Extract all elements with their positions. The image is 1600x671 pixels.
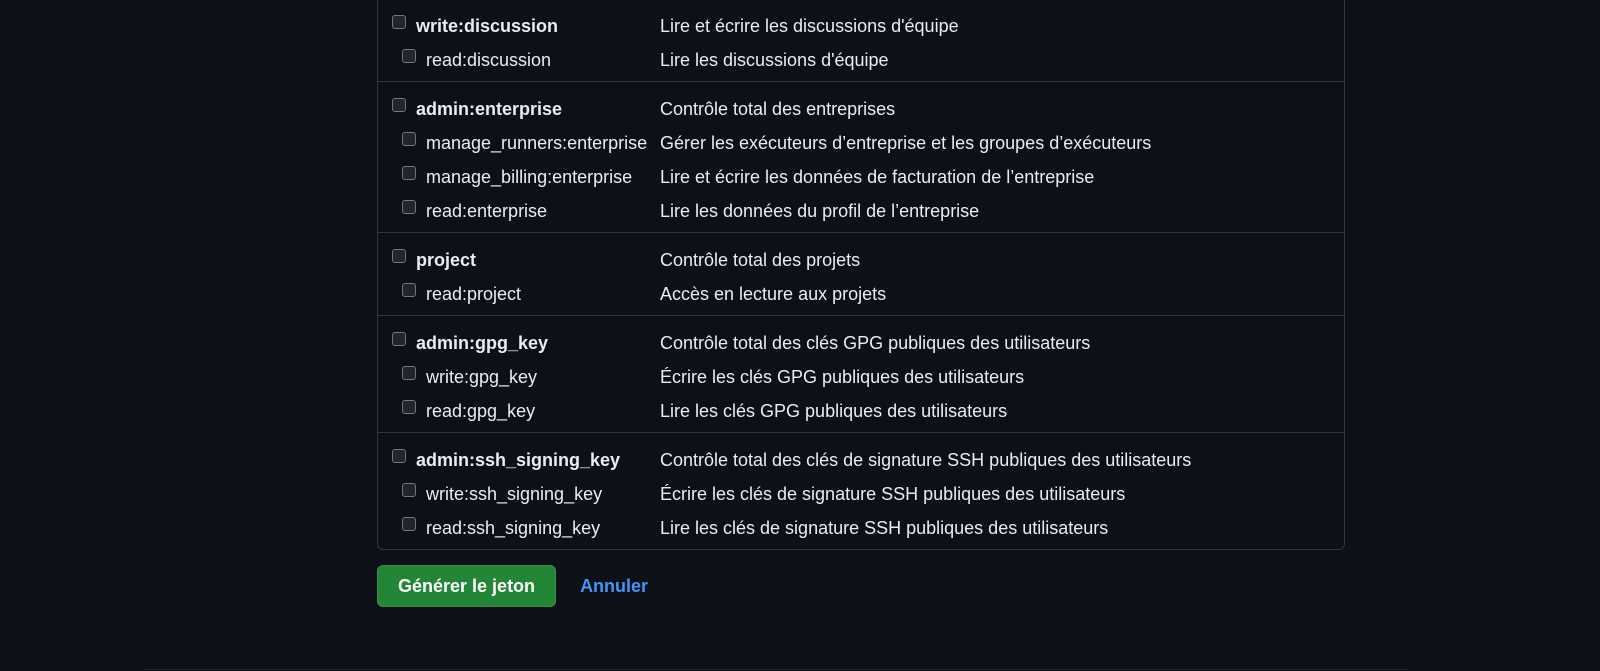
scope-row-admin-enterprise[interactable]: admin:enterprise Contrôle total des entr… bbox=[378, 92, 1344, 126]
scope-label-wrap: write:discussion bbox=[378, 14, 660, 37]
scope-row-read-discussion[interactable]: read:discussion Lire les discussions d'é… bbox=[378, 43, 1344, 77]
scope-row-write-discussion[interactable]: write:discussion Lire et écrire les disc… bbox=[378, 9, 1344, 43]
scope-group-admin-gpg-key: admin:gpg_key Contrôle total des clés GP… bbox=[378, 315, 1344, 432]
scope-group-project: project Contrôle total des projets read:… bbox=[378, 232, 1344, 315]
scope-label-wrap: manage_billing:enterprise bbox=[378, 165, 660, 188]
scope-label-wrap: write:gpg_key bbox=[378, 365, 660, 388]
generate-token-button[interactable]: Générer le jeton bbox=[377, 565, 557, 607]
scope-checkbox-read-gpg-key[interactable] bbox=[402, 399, 416, 414]
scope-description: Contrôle total des projets bbox=[660, 249, 861, 270]
scope-name: read:gpg_key bbox=[426, 400, 536, 421]
scope-label-wrap: read:project bbox=[378, 282, 660, 305]
scope-row-admin-gpg-key[interactable]: admin:gpg_key Contrôle total des clés GP… bbox=[378, 326, 1344, 360]
scope-row-write-gpg-key[interactable]: write:gpg_key Écrire les clés GPG publiq… bbox=[378, 360, 1344, 394]
scope-checkbox-read-ssh-signing-key[interactable] bbox=[402, 516, 416, 531]
scope-label-wrap: read:enterprise bbox=[378, 199, 660, 222]
scope-row-admin-ssh-signing-key[interactable]: admin:ssh_signing_key Contrôle total des… bbox=[378, 443, 1344, 477]
scope-group-write-discussion: write:discussion Lire et écrire les disc… bbox=[378, 0, 1344, 81]
scope-label-wrap: admin:enterprise bbox=[378, 97, 660, 120]
scope-row-write-ssh-signing-key[interactable]: write:ssh_signing_key Écrire les clés de… bbox=[378, 477, 1344, 511]
scope-label-wrap: read:ssh_signing_key bbox=[378, 516, 660, 539]
scope-checkbox-write-discussion[interactable] bbox=[392, 14, 406, 29]
scope-name: admin:enterprise bbox=[416, 98, 563, 119]
scope-description: Lire et écrire les discussions d'équipe bbox=[660, 15, 959, 36]
scope-label-wrap: read:gpg_key bbox=[378, 399, 660, 422]
scope-name: manage_runners:enterprise bbox=[426, 132, 648, 153]
scope-group-admin-enterprise: admin:enterprise Contrôle total des entr… bbox=[378, 81, 1344, 232]
scope-row-read-project[interactable]: read:project Accès en lecture aux projet… bbox=[378, 277, 1344, 311]
scope-group-admin-ssh-signing-key: admin:ssh_signing_key Contrôle total des… bbox=[378, 432, 1344, 549]
footer-divider bbox=[143, 669, 1409, 670]
scope-row-project[interactable]: project Contrôle total des projets bbox=[378, 243, 1344, 277]
scope-checkbox-read-discussion[interactable] bbox=[402, 48, 416, 63]
scope-row-read-enterprise[interactable]: read:enterprise Lire les données du prof… bbox=[378, 194, 1344, 228]
scope-description: Accès en lecture aux projets bbox=[660, 283, 887, 304]
scope-description: Contrôle total des clés de signature SSH… bbox=[660, 449, 1192, 470]
scope-checkbox-read-project[interactable] bbox=[402, 282, 416, 297]
scope-name: admin:ssh_signing_key bbox=[416, 449, 621, 470]
scope-row-read-gpg-key[interactable]: read:gpg_key Lire les clés GPG publiques… bbox=[378, 394, 1344, 428]
scope-checkbox-write-gpg-key[interactable] bbox=[402, 365, 416, 380]
scope-description: Gérer les exécuteurs d’entreprise et les… bbox=[660, 132, 1152, 153]
scope-description: Lire les discussions d'équipe bbox=[660, 49, 889, 70]
scope-name: write:ssh_signing_key bbox=[426, 483, 603, 504]
scope-name: read:enterprise bbox=[426, 200, 548, 221]
scope-name: manage_billing:enterprise bbox=[426, 166, 633, 187]
scope-name: project bbox=[416, 249, 477, 270]
scope-description: Lire les clés de signature SSH publiques… bbox=[660, 517, 1109, 538]
scope-description: Lire les clés GPG publiques des utilisat… bbox=[660, 400, 1008, 421]
scope-label-wrap: admin:ssh_signing_key bbox=[378, 448, 660, 471]
scope-name: write:gpg_key bbox=[426, 366, 538, 387]
scope-name: read:ssh_signing_key bbox=[426, 517, 601, 538]
scope-label-wrap: read:discussion bbox=[378, 48, 660, 71]
scope-name: write:discussion bbox=[416, 15, 559, 36]
scope-checkbox-admin-gpg-key[interactable] bbox=[392, 331, 406, 346]
scope-label-wrap: manage_runners:enterprise bbox=[378, 131, 660, 154]
scope-checkbox-manage-runners-enterprise[interactable] bbox=[402, 131, 416, 146]
scope-name: admin:gpg_key bbox=[416, 332, 549, 353]
scope-description: Lire les données du profil de l’entrepri… bbox=[660, 200, 980, 221]
scope-description: Lire et écrire les données de facturatio… bbox=[660, 166, 1095, 187]
scope-label-wrap: project bbox=[378, 248, 660, 271]
scope-description: Contrôle total des entreprises bbox=[660, 98, 896, 119]
scopes-list: write:discussion Lire et écrire les disc… bbox=[377, 0, 1345, 550]
cancel-link[interactable]: Annuler bbox=[580, 576, 648, 597]
scope-row-read-ssh-signing-key[interactable]: read:ssh_signing_key Lire les clés de si… bbox=[378, 511, 1344, 545]
scope-row-manage-runners-enterprise[interactable]: manage_runners:enterprise Gérer les exéc… bbox=[378, 126, 1344, 160]
scope-label-wrap: admin:gpg_key bbox=[378, 331, 660, 354]
scope-checkbox-admin-ssh-signing-key[interactable] bbox=[392, 448, 406, 463]
scope-checkbox-project[interactable] bbox=[392, 248, 406, 263]
scope-description: Contrôle total des clés GPG publiques de… bbox=[660, 332, 1091, 353]
scope-checkbox-manage-billing-enterprise[interactable] bbox=[402, 165, 416, 180]
scope-checkbox-write-ssh-signing-key[interactable] bbox=[402, 482, 416, 497]
scope-checkbox-read-enterprise[interactable] bbox=[402, 199, 416, 214]
scope-checkbox-admin-enterprise[interactable] bbox=[392, 97, 406, 112]
scope-name: read:project bbox=[426, 283, 522, 304]
scope-row-manage-billing-enterprise[interactable]: manage_billing:enterprise Lire et écrire… bbox=[378, 160, 1344, 194]
scope-label-wrap: write:ssh_signing_key bbox=[378, 482, 660, 505]
scope-description: Écrire les clés de signature SSH publiqu… bbox=[660, 483, 1126, 504]
scope-description: Écrire les clés GPG publiques des utilis… bbox=[660, 366, 1025, 387]
form-actions: Générer le jeton Annuler bbox=[377, 565, 648, 607]
scope-name: read:discussion bbox=[426, 49, 552, 70]
